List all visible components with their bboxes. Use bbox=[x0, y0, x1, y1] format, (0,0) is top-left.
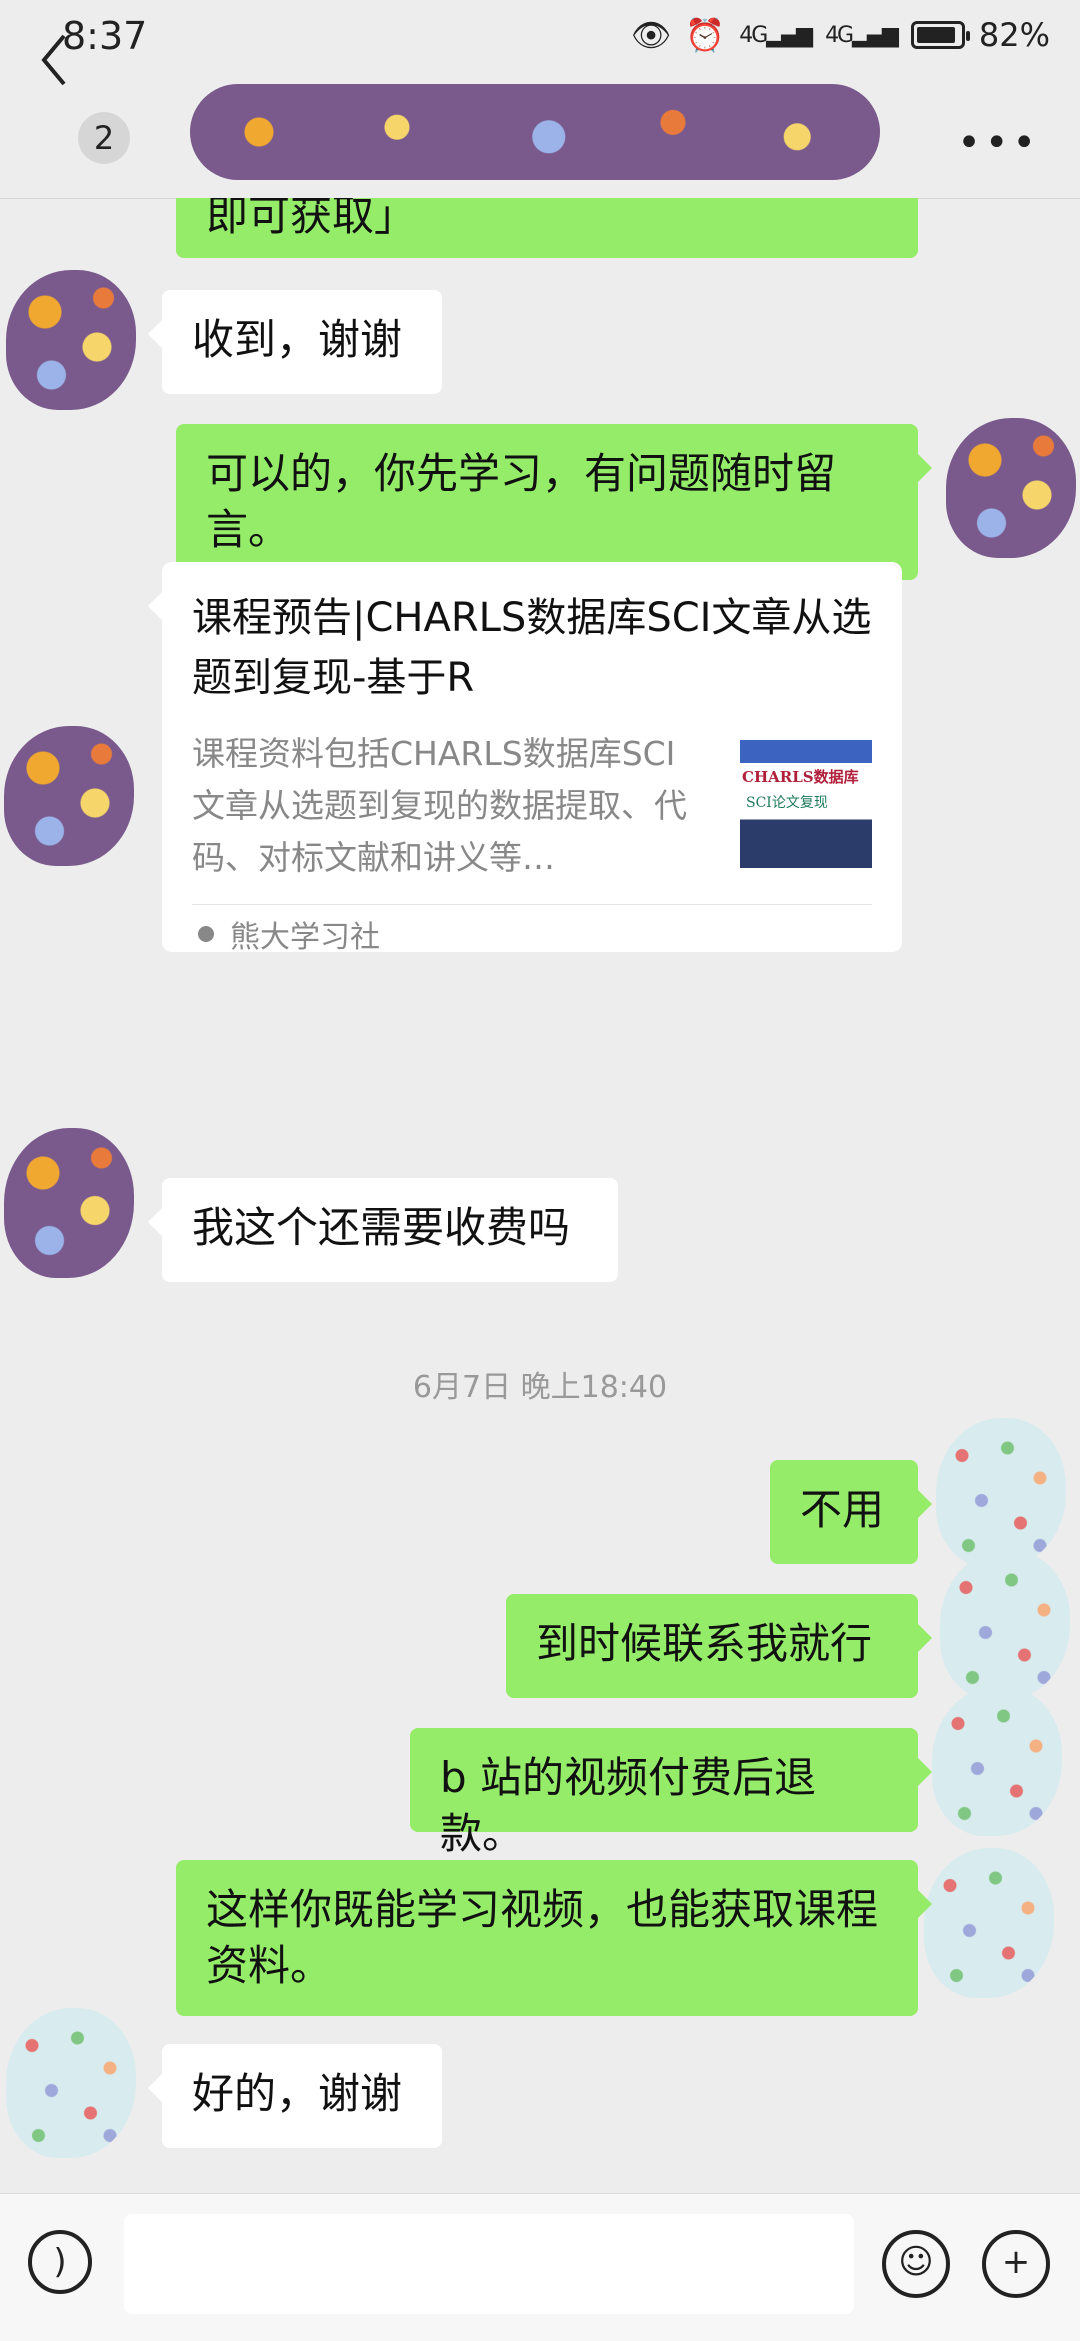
eye-icon: 👁 bbox=[630, 16, 672, 54]
input-bar: ) ☺ + bbox=[0, 2193, 1080, 2341]
article-description: 课程资料包括CHARLS数据库SCI文章从选题到复现的数据提取、代码、对标文献和… bbox=[192, 734, 687, 877]
thumbnail-subtext: SCI论文复现 bbox=[746, 795, 828, 811]
chat-title-redacted bbox=[190, 84, 880, 180]
signal-icon-1: 4G▂▄▆ bbox=[739, 22, 813, 48]
emoji-button[interactable]: ☺ bbox=[882, 2230, 950, 2298]
contact-avatar[interactable] bbox=[6, 270, 136, 410]
article-thumbnail: CHARLS数据库 SCI论文复现 bbox=[740, 740, 872, 868]
plus-icon: + bbox=[1001, 2242, 1031, 2282]
alarm-icon: ⏰ bbox=[685, 16, 726, 54]
add-button[interactable]: + bbox=[982, 2230, 1050, 2298]
message-list[interactable]: 即可获取」 收到，谢谢 可以的，你先学习，有问题随时留言。 6月7日 晚上18:… bbox=[0, 198, 1080, 2193]
message-input[interactable] bbox=[124, 2214, 854, 2314]
article-card[interactable]: 课程预告|CHARLS数据库SCI文章从选题到复现-基于R 课程资料包括CHAR… bbox=[148, 562, 902, 955]
smile-icon: ☺ bbox=[898, 2242, 934, 2282]
voice-icon: ) bbox=[53, 2242, 67, 2282]
message-bubble-outgoing[interactable]: 即可获取」 bbox=[176, 198, 918, 258]
contact-avatar[interactable] bbox=[4, 726, 134, 866]
battery-percent: 82% bbox=[978, 16, 1050, 54]
message-bubble-outgoing[interactable]: 可以的，你先学习，有问题随时留言。 bbox=[176, 424, 932, 580]
signal-icon-2: 4G▂▄▆ bbox=[825, 22, 899, 48]
status-bar: 8:37 👁 ⏰ 4G▂▄▆ 4G▂▄▆ 82% bbox=[0, 0, 1080, 78]
back-button[interactable] bbox=[30, 28, 90, 88]
message-text: 收到，谢谢 bbox=[192, 315, 403, 364]
article-title: 课程预告|CHARLS数据库SCI文章从选题到复现-基于R bbox=[192, 595, 872, 701]
chevron-left-icon bbox=[41, 34, 66, 86]
message-text: 即可获取」 bbox=[206, 198, 417, 240]
article-source: 熊大学习社 bbox=[198, 912, 380, 956]
battery-icon bbox=[910, 21, 970, 49]
more-icon[interactable]: ••• bbox=[957, 120, 1040, 166]
message-bubble-incoming[interactable]: 收到，谢谢 bbox=[148, 290, 442, 394]
source-name: 熊大学习社 bbox=[230, 920, 380, 955]
source-icon bbox=[198, 926, 214, 942]
voice-button[interactable]: ) bbox=[28, 2230, 92, 2294]
thumbnail-text: CHARLS数据库 bbox=[742, 768, 859, 786]
card-divider bbox=[192, 904, 872, 905]
self-avatar[interactable] bbox=[946, 418, 1076, 558]
message-text: 可以的，你先学习，有问题随时留言。 bbox=[206, 449, 837, 554]
status-icons: 👁 ⏰ 4G▂▄▆ 4G▂▄▆ 82% bbox=[631, 16, 1050, 54]
unread-badge[interactable]: 2 bbox=[78, 112, 130, 164]
